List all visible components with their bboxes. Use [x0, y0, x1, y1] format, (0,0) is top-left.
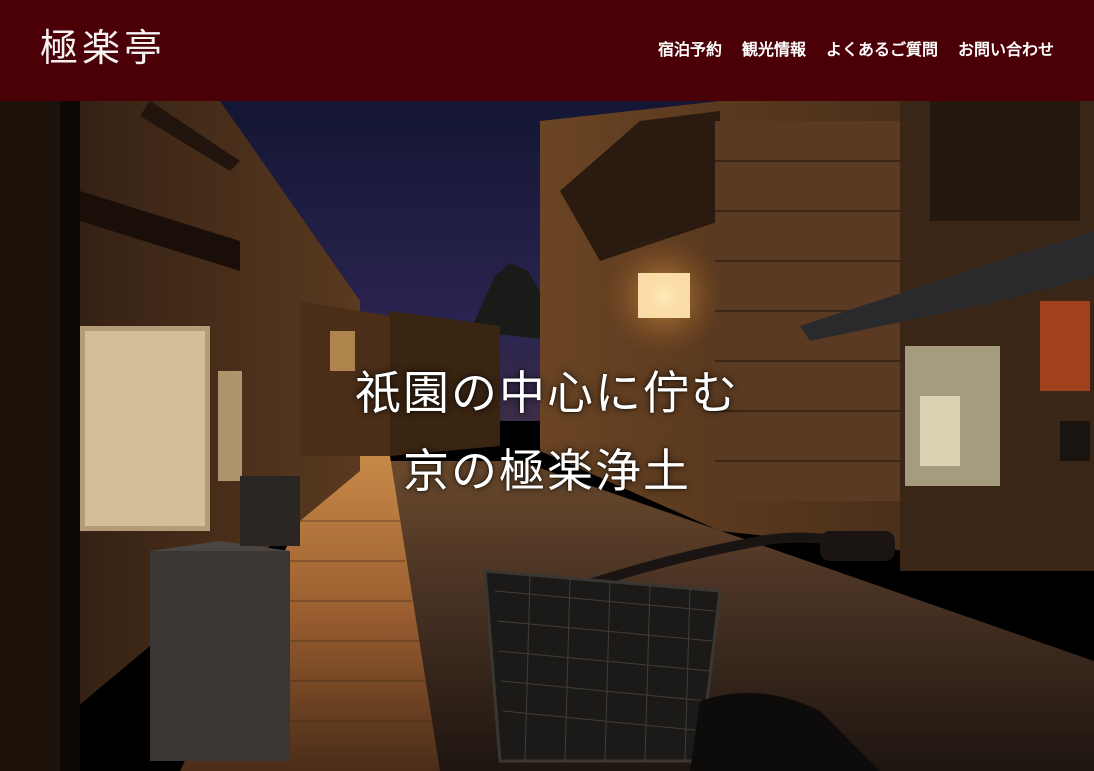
nav-item-sightseeing[interactable]: 観光情報 [742, 38, 806, 62]
page: 極楽亭 宿泊予約 観光情報 よくあるご質問 お問い合わせ 祇園の中心に佇む 京の… [0, 0, 1094, 771]
hero-section: 祇園の中心に佇む 京の極楽浄土 [0, 101, 1094, 771]
nav-item-reservation[interactable]: 宿泊予約 [658, 38, 722, 62]
site-header: 極楽亭 宿泊予約 観光情報 よくあるご質問 お問い合わせ [0, 0, 1094, 102]
nav-item-contact[interactable]: お問い合わせ [958, 38, 1054, 62]
hero-headline-line1: 祇園の中心に佇む [355, 366, 739, 420]
site-logo[interactable]: 極楽亭 [40, 25, 166, 71]
hero-image [0, 101, 1094, 771]
hero-headline-line2: 京の極楽浄土 [403, 444, 691, 498]
nav-item-faq[interactable]: よくあるご質問 [826, 38, 938, 62]
main-nav: 宿泊予約 観光情報 よくあるご質問 お問い合わせ [658, 38, 1054, 62]
